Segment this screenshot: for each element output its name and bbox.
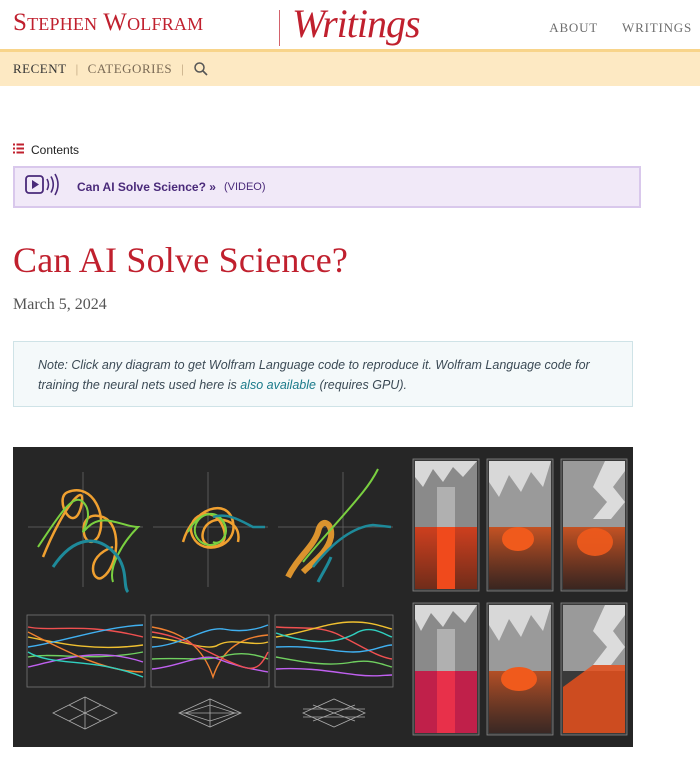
writings-script-logo[interactable]: Writings	[292, 4, 421, 44]
network-diagram-1	[52, 696, 118, 730]
contents-label: Contents	[31, 143, 80, 157]
video-play-icon	[25, 172, 63, 203]
sub-nav: RECENT | CATEGORIES |	[13, 61, 209, 77]
note-text-end: (requires GPU).	[315, 378, 407, 392]
nav-about[interactable]: ABOUT	[549, 20, 598, 36]
line-plot-3	[274, 614, 394, 688]
line-plot-1	[26, 614, 146, 688]
subnav-categories[interactable]: CATEGORIES	[88, 61, 172, 77]
note-box: Note: Click any diagram to get Wolfram L…	[13, 341, 633, 407]
video-title[interactable]: Can AI Solve Science? »	[77, 180, 216, 194]
article-title: Can AI Solve Science?	[13, 240, 349, 280]
site-brand-logo[interactable]: Stephen Wolfram	[13, 9, 203, 37]
ca-panel-1	[412, 458, 480, 592]
note-link-also-available[interactable]: also available	[240, 378, 316, 392]
site-header: Stephen Wolfram Writings ABOUT WRITINGS	[0, 0, 700, 49]
brand-name[interactable]: Stephen Wolfram	[13, 9, 203, 36]
line-plot-2	[150, 614, 270, 688]
article-date: March 5, 2024	[13, 296, 107, 313]
sub-navigation-bar: RECENT | CATEGORIES |	[0, 49, 700, 86]
network-diagram-3	[302, 698, 366, 728]
ca-panel-3	[560, 458, 628, 592]
ca-panel-2	[486, 458, 554, 592]
ca-panel-4	[412, 602, 480, 736]
trajectory-plot-3	[278, 468, 393, 587]
trajectory-plot-2	[153, 472, 268, 587]
nav-writings[interactable]: WRITINGS	[622, 20, 692, 36]
top-nav: ABOUT WRITINGS	[549, 20, 692, 36]
article-hero-figure[interactable]	[13, 447, 633, 747]
network-diagram-2	[178, 698, 242, 728]
brand-divider	[279, 10, 280, 46]
video-tag: (VIDEO)	[223, 181, 266, 193]
ca-panel-5	[486, 602, 554, 736]
contents-toggle[interactable]: Contents	[13, 143, 79, 157]
trajectory-plot-1	[28, 472, 143, 594]
video-link-bar[interactable]: Can AI Solve Science? » (VIDEO)	[13, 166, 641, 208]
list-icon	[13, 143, 24, 157]
search-icon[interactable]	[193, 61, 209, 77]
subnav-separator: |	[181, 61, 185, 76]
subnav-separator: |	[75, 61, 79, 76]
subnav-recent[interactable]: RECENT	[13, 61, 67, 77]
hero-figure-graphic	[26, 458, 628, 736]
ca-panel-6	[560, 602, 628, 736]
